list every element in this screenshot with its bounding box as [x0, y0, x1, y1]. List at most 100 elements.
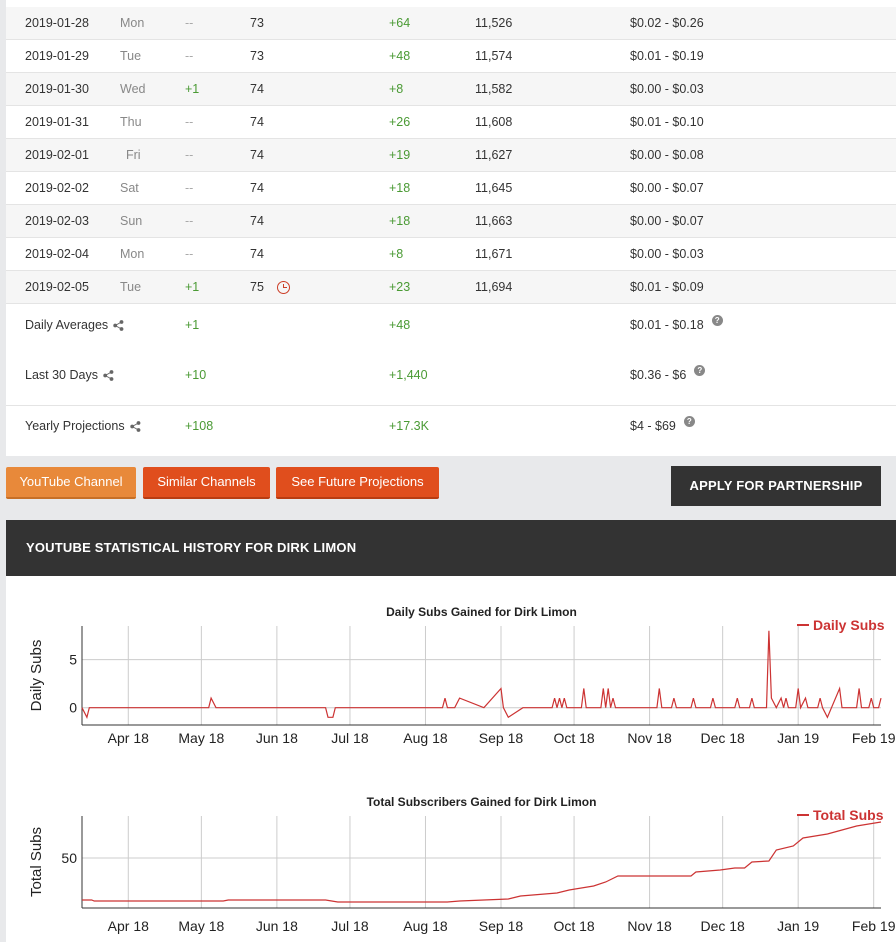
help-icon[interactable]: ?: [683, 416, 695, 427]
row-total-videos: 73: [250, 16, 264, 30]
clock-icon[interactable]: [277, 281, 290, 294]
x-tick-label: May 18: [178, 918, 224, 934]
row-videos: --: [185, 115, 194, 129]
row-date: 2019-02-02: [25, 181, 89, 195]
row-total-subs: 11,645: [475, 181, 513, 195]
row-earnings: $0.00 - $0.03: [630, 247, 704, 261]
row-day: Thu: [120, 115, 142, 129]
table-row: 2019-01-31 Thu -- 74 +26 11,608 $0.01 - $0.10: [6, 106, 896, 139]
row-date: 2019-01-29: [25, 49, 89, 63]
row-total-subs: 11,671: [475, 247, 513, 261]
x-tick-label: Jul 18: [331, 918, 369, 934]
row-day: Tue: [120, 49, 142, 63]
x-tick-label: Nov 18: [627, 730, 672, 746]
row-date: 2019-02-04: [25, 247, 89, 261]
table-row: 2019-02-04 Mon -- 74 +8 11,671 $0.00 - $0.03: [6, 238, 896, 271]
x-tick-label: Apr 18: [108, 918, 149, 934]
row-total-subs: 11,526: [475, 16, 513, 30]
row-subs: +18: [389, 214, 411, 228]
row-videos: +1: [185, 280, 200, 294]
row-total-videos: 75: [250, 280, 264, 294]
youtube-channel-button[interactable]: YouTube Channel: [6, 467, 136, 499]
chart-title: Total Subscribers Gained for Dirk Limon: [367, 795, 597, 809]
y-tick-label: 50: [61, 850, 77, 866]
row-earnings: $0.00 - $0.03: [630, 82, 704, 96]
row-earnings: $0.00 - $0.08: [630, 148, 704, 162]
row-date: 2019-02-01: [25, 148, 89, 162]
x-tick-label: Oct 18: [553, 918, 594, 934]
table-row: 2019-02-05 Tue +1 75 +23 11,694 $0.01 - $0.09: [6, 271, 896, 304]
x-tick-label: Aug 18: [403, 918, 448, 934]
help-icon[interactable]: ?: [694, 365, 706, 376]
future-projections-button[interactable]: See Future Projections: [276, 467, 439, 499]
x-tick-label: Sep 18: [479, 730, 524, 746]
share-icon[interactable]: [103, 370, 114, 382]
row-date: 2019-01-28: [25, 16, 89, 30]
y-axis-label: Daily Subs: [28, 640, 45, 712]
row-day: Sat: [120, 181, 139, 195]
help-icon[interactable]: ?: [711, 315, 723, 326]
legend-entry[interactable]: Daily Subs: [813, 617, 885, 633]
y-tick-label: 0: [69, 700, 77, 716]
share-icon[interactable]: [129, 421, 141, 433]
x-tick-label: Jun 18: [256, 918, 298, 934]
row-total-subs: 11,608: [475, 115, 513, 129]
row-total-videos: 74: [250, 247, 264, 261]
row-subs: +48: [389, 49, 411, 63]
row-total-videos: 74: [250, 115, 264, 129]
row-date: 2019-01-30: [25, 82, 89, 96]
history-charts-panel: Daily Subs Gained for Dirk Limon Apr 18 Ma…: [6, 576, 896, 942]
share-icon[interactable]: [113, 320, 124, 332]
summary-daily-averages: Daily Averages +1 +48 $0.01 - $0.18?: [6, 304, 896, 344]
similar-channels-button[interactable]: Similar Channels: [143, 467, 270, 499]
summary-subs: +17.3K: [389, 419, 429, 433]
row-videos: --: [185, 148, 194, 162]
x-tick-label: Dec 18: [700, 730, 745, 746]
x-tick-label: Feb 19: [852, 730, 896, 746]
row-day: Tue: [120, 280, 142, 294]
summary-videos: +108: [185, 419, 214, 433]
table-row: 2019-02-01 Fri -- 74 +19 11,627 $0.00 - $0.08: [6, 139, 896, 172]
summary-yearly-projections: Yearly Projections +108 +17.3K $4 - $69?: [6, 406, 896, 456]
summary-earnings: $0.01 - $0.18: [630, 318, 704, 332]
stats-table-panel: 2019-01-28 Mon -- 73 +64 11,526 $0.02 - $0.26 2…: [6, 0, 896, 456]
row-total-subs: 11,627: [475, 148, 513, 162]
row-videos: --: [185, 247, 194, 261]
row-subs: +18: [389, 181, 411, 195]
row-total-subs: 11,582: [475, 82, 513, 96]
row-subs: +26: [389, 115, 411, 129]
apply-partnership-button[interactable]: APPLY FOR PARTNERSHIP: [671, 466, 881, 506]
x-tick-label: Jan 19: [777, 730, 819, 746]
x-tick-label: Apr 18: [108, 730, 149, 746]
row-day: Mon: [120, 16, 145, 30]
row-day: Mon: [120, 247, 145, 261]
summary-label: Daily Averages: [25, 318, 109, 332]
summary-subs: +48: [389, 318, 411, 332]
chart-title: Daily Subs Gained for Dirk Limon: [386, 605, 577, 619]
daily-subs-chart: Daily Subs Gained for Dirk Limon Apr 18 Ma…: [28, 605, 896, 746]
x-tick-label: Jan 19: [777, 918, 819, 934]
row-subs: +23: [389, 280, 411, 294]
summary-subs: +1,440: [389, 368, 428, 382]
row-date: 2019-02-05: [25, 280, 89, 294]
row-videos: --: [185, 181, 194, 195]
row-total-subs: 11,694: [475, 280, 513, 294]
row-day: Wed: [120, 82, 146, 96]
table-row: 2019-01-29 Tue -- 73 +48 11,574 $0.01 - $0.19: [6, 40, 896, 73]
row-day: Sun: [120, 214, 143, 228]
row-subs: +19: [389, 148, 411, 162]
row-total-videos: 74: [250, 148, 264, 162]
x-tick-label: Feb 19: [852, 918, 896, 934]
row-subs: +64: [389, 16, 411, 30]
row-videos: --: [185, 214, 194, 228]
summary-earnings: $4 - $69: [630, 419, 676, 433]
x-tick-label: Nov 18: [627, 918, 672, 934]
row-earnings: $0.02 - $0.26: [630, 16, 704, 30]
summary-videos: +10: [185, 368, 207, 382]
row-total-videos: 74: [250, 214, 264, 228]
x-tick-label: Dec 18: [700, 918, 745, 934]
y-axis-label: Total Subs: [28, 827, 45, 897]
legend-entry[interactable]: Total Subs: [813, 807, 884, 823]
row-total-videos: 74: [250, 82, 264, 96]
row-earnings: $0.01 - $0.09: [630, 280, 704, 294]
